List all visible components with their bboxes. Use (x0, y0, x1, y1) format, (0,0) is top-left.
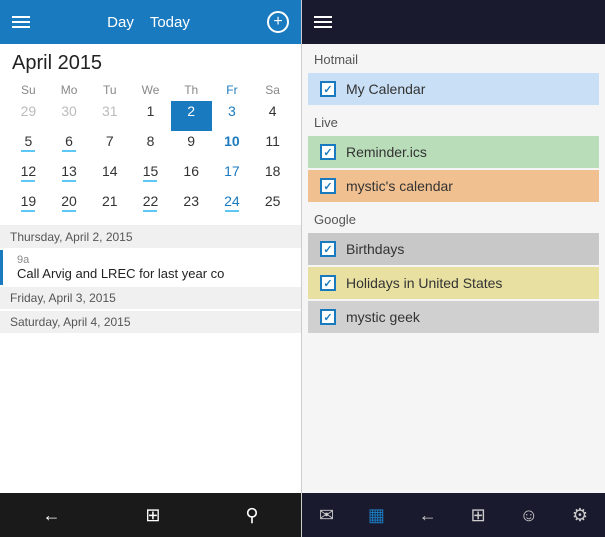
month-title: April 2015 (0, 44, 301, 79)
section-hotmail: Hotmail (302, 44, 605, 71)
cal-day[interactable]: 7 (89, 131, 130, 161)
calendar-name: Holidays in United States (346, 275, 502, 291)
calendar-reminder[interactable]: Reminder.ics (308, 136, 599, 168)
right-bottom-bar: ✉ ▦ ← ⊞ ☺ ⚙ (302, 493, 605, 537)
cal-day[interactable]: 8 (130, 131, 171, 161)
cal-day[interactable]: 22 (130, 191, 171, 221)
cal-day-selected[interactable]: 2 (171, 101, 212, 131)
week-3: 12 13 14 15 16 17 18 (8, 161, 293, 191)
section-google: Google (302, 204, 605, 231)
settings-icon[interactable]: ⚙ (572, 505, 588, 526)
left-header: Day Today + (0, 0, 301, 44)
cal-day[interactable]: 20 (49, 191, 90, 221)
calendar-my-calendar[interactable]: My Calendar (308, 73, 599, 105)
cal-day[interactable]: 12 (8, 161, 49, 191)
date-header-1: Thursday, April 2, 2015 (0, 226, 301, 248)
cal-day[interactable]: 3 (212, 101, 253, 131)
mail-icon[interactable]: ✉ (319, 505, 334, 526)
cal-day[interactable]: 21 (89, 191, 130, 221)
week-2: 5 6 7 8 9 10 11 (8, 131, 293, 161)
col-mo: Mo (49, 81, 90, 99)
left-bottom-bar: ← ⊞ ⚲ (0, 493, 301, 537)
calendar-name: mystic's calendar (346, 178, 453, 194)
col-su: Su (8, 81, 49, 99)
day-headers: Su Mo Tu We Th Fr Sa (8, 79, 293, 101)
week-1: 29 30 31 1 2 3 4 (8, 101, 293, 131)
section-live: Live (302, 107, 605, 134)
checkbox-mystic[interactable] (320, 178, 336, 194)
day-button[interactable]: Day (103, 12, 138, 33)
right-panel: Hotmail My Calendar Live Reminder.ics my… (302, 0, 605, 537)
right-header (302, 0, 605, 44)
calendar-name: Reminder.ics (346, 144, 427, 160)
cal-day[interactable]: 30 (49, 101, 90, 131)
cal-day[interactable]: 24 (212, 191, 253, 221)
week-4: 19 20 21 22 23 24 25 (8, 191, 293, 221)
event-item[interactable]: 9a Call Arvig and LREC for last year co (0, 250, 301, 285)
calendar-grid: Su Mo Tu We Th Fr Sa 29 30 31 1 2 3 4 5 … (0, 79, 301, 221)
cal-day[interactable]: 5 (8, 131, 49, 161)
cal-day[interactable]: 18 (252, 161, 293, 191)
calendar-name: mystic geek (346, 309, 420, 325)
events-list: Thursday, April 2, 2015 9a Call Arvig an… (0, 225, 301, 493)
today-button[interactable]: Today (146, 12, 194, 33)
event-title: Call Arvig and LREC for last year co (17, 266, 291, 281)
calendars-list: Hotmail My Calendar Live Reminder.ics my… (302, 44, 605, 493)
people-icon[interactable]: ☺ (520, 505, 538, 526)
right-menu-icon[interactable] (314, 16, 332, 28)
date-header-3: Saturday, April 4, 2015 (0, 311, 301, 333)
calendar-mystic-geek[interactable]: mystic geek (308, 301, 599, 333)
col-fr: Fr (212, 81, 253, 99)
checkbox-mystic-geek[interactable] (320, 309, 336, 325)
menu-icon[interactable] (12, 16, 30, 28)
calendar-name: Birthdays (346, 241, 404, 257)
back-button-right[interactable]: ← (419, 505, 437, 526)
home-button[interactable]: ⊞ (145, 505, 160, 526)
cal-day[interactable]: 14 (89, 161, 130, 191)
cal-day[interactable]: 23 (171, 191, 212, 221)
cal-day[interactable]: 15 (130, 161, 171, 191)
back-button[interactable]: ← (42, 505, 60, 526)
calendar-name: My Calendar (346, 81, 425, 97)
calendar-mystic[interactable]: mystic's calendar (308, 170, 599, 202)
cal-day[interactable]: 11 (252, 131, 293, 161)
cal-day[interactable]: 19 (8, 191, 49, 221)
checkbox-my-calendar[interactable] (320, 81, 336, 97)
calendar-holidays[interactable]: Holidays in United States (308, 267, 599, 299)
cal-day-today[interactable]: 10 (212, 131, 253, 161)
cal-day[interactable]: 17 (212, 161, 253, 191)
cal-day[interactable]: 31 (89, 101, 130, 131)
event-time: 9a (17, 254, 291, 266)
checkbox-reminder[interactable] (320, 144, 336, 160)
home-button-right[interactable]: ⊞ (471, 505, 486, 526)
checkbox-holidays[interactable] (320, 275, 336, 291)
cal-day[interactable]: 9 (171, 131, 212, 161)
cal-day[interactable]: 29 (8, 101, 49, 131)
cal-day[interactable]: 25 (252, 191, 293, 221)
col-tu: Tu (89, 81, 130, 99)
cal-day[interactable]: 16 (171, 161, 212, 191)
cal-day[interactable]: 6 (49, 131, 90, 161)
calendar-icon[interactable]: ▦ (368, 505, 385, 526)
col-sa: Sa (252, 81, 293, 99)
add-event-button[interactable]: + (267, 11, 289, 33)
cal-day[interactable]: 1 (130, 101, 171, 131)
calendar-birthdays[interactable]: Birthdays (308, 233, 599, 265)
left-panel: Day Today + April 2015 Su Mo Tu We Th Fr… (0, 0, 302, 537)
col-we: We (130, 81, 171, 99)
date-header-2: Friday, April 3, 2015 (0, 287, 301, 309)
checkbox-birthdays[interactable] (320, 241, 336, 257)
cal-day[interactable]: 13 (49, 161, 90, 191)
cal-day[interactable]: 4 (252, 101, 293, 131)
header-center: Day Today (103, 12, 194, 33)
col-th: Th (171, 81, 212, 99)
search-button[interactable]: ⚲ (245, 505, 258, 526)
